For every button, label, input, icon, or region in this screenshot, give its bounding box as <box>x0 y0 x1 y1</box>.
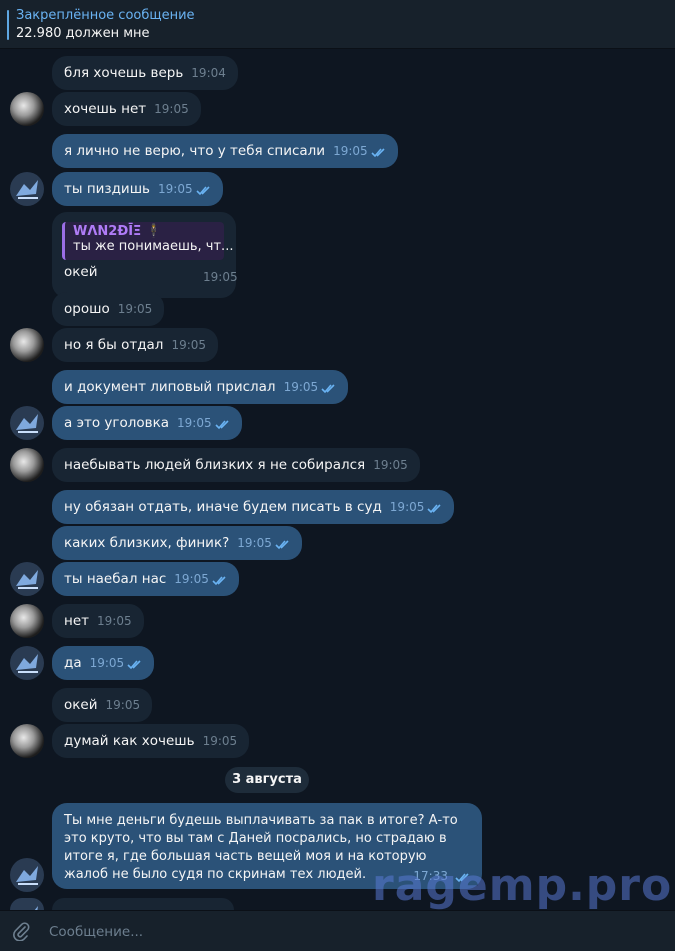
pinned-accent-bar <box>7 10 9 40</box>
watermark: ragemp.pro <box>372 860 673 911</box>
message-outgoing[interactable]: ты наебал нас 19:05 <box>52 562 239 596</box>
pinned-text: 22.980 должен мне <box>16 26 150 41</box>
message-incoming[interactable]: думай как хочешь 19:05 <box>52 724 250 758</box>
avatar <box>10 898 44 910</box>
double-check-icon <box>212 576 226 585</box>
message-input[interactable] <box>47 920 651 944</box>
message-time: 19:05 <box>203 270 238 284</box>
message-time: 19:05 <box>158 182 193 196</box>
message-time: 19:05 <box>373 458 408 472</box>
message-incoming-reply[interactable]: WΛN2ÐĪΞ 🕴 ты же понимаешь, чт... окей 19… <box>52 212 238 298</box>
message-time: 19:05 <box>202 734 238 748</box>
message-outgoing[interactable]: да 19:05 <box>52 646 155 680</box>
message-outgoing[interactable]: ты пиздишь 19:05 <box>52 172 223 206</box>
avatar[interactable] <box>10 646 44 680</box>
message-time: 19:05 <box>171 338 207 352</box>
message-text: но я бы отдал <box>64 337 164 353</box>
message-time: 19:05 <box>333 144 368 158</box>
message-text: каких близких, финик? <box>64 535 230 551</box>
message-text: ты пиздишь <box>64 181 151 197</box>
message-outgoing[interactable]: а это уголовка 19:05 <box>52 406 242 440</box>
message-text: нет <box>64 613 89 629</box>
pinned-message-bar[interactable]: Закреплённое сообщение 22.980 должен мне <box>0 0 675 49</box>
message-text: наебывать людей близких я не собирался <box>64 457 366 473</box>
message-partial <box>52 898 234 910</box>
message-text: я лично не верю, что у тебя списали <box>64 143 326 159</box>
reply-text: ты же понимаешь, чт... <box>73 239 234 254</box>
reply-author: WΛN2ÐĪΞ 🕴 <box>73 224 162 239</box>
message-incoming[interactable]: наебывать людей близких я не собирался 19… <box>52 448 420 482</box>
message-time: 19:05 <box>89 656 125 670</box>
double-check-icon <box>427 504 442 513</box>
paperclip-icon[interactable] <box>11 921 31 941</box>
message-time: 19:05 <box>237 536 272 550</box>
message-time: 19:05 <box>389 500 425 514</box>
message-text: и документ липовый прислал <box>64 379 276 395</box>
avatar[interactable] <box>10 172 44 206</box>
message-text: бля хочешь верь <box>64 65 184 81</box>
message-time: 19:05 <box>177 416 212 430</box>
avatar[interactable] <box>10 724 44 758</box>
double-check-icon <box>275 540 289 549</box>
double-check-icon <box>370 148 385 157</box>
message-incoming[interactable]: нет 19:05 <box>52 604 144 638</box>
message-outgoing[interactable]: я лично не верю, что у тебя списали 19:05 <box>52 134 398 168</box>
message-time: 19:05 <box>105 698 141 712</box>
double-check-icon <box>195 186 210 195</box>
avatar-partial <box>10 898 44 910</box>
message-text: а это уголовка <box>64 415 170 431</box>
message-time: 19:05 <box>174 572 209 586</box>
message-composer <box>0 910 675 951</box>
message-time: 19:05 <box>97 614 132 628</box>
avatar[interactable] <box>10 858 44 892</box>
double-check-icon <box>127 660 142 669</box>
avatar[interactable] <box>10 328 44 362</box>
message-text: да <box>64 655 82 671</box>
message-text: ты наебал нас <box>64 571 167 587</box>
message-text: орошо <box>64 301 110 317</box>
message-time: 19:05 <box>154 102 189 116</box>
message-incoming[interactable]: но я бы отдал 19:05 <box>52 328 219 362</box>
message-text: хочешь нет <box>64 101 147 117</box>
message-time: 19:05 <box>283 380 319 394</box>
date-separator: 3 августа <box>225 767 309 793</box>
message-text: ну обязан отдать, иначе будем писать в с… <box>64 499 382 515</box>
message-text: окей <box>64 264 98 280</box>
message-incoming[interactable]: бля хочешь верь 19:04 <box>52 56 238 90</box>
avatar[interactable] <box>10 92 44 126</box>
message-outgoing[interactable]: ну обязан отдать, иначе будем писать в с… <box>52 490 455 524</box>
message-incoming[interactable]: окей 19:05 <box>52 688 153 722</box>
message-time: 19:05 <box>117 302 153 316</box>
message-incoming[interactable]: хочешь нет 19:05 <box>52 92 201 126</box>
avatar[interactable] <box>10 406 44 440</box>
message-incoming[interactable]: орошо 19:05 <box>52 292 165 326</box>
double-check-icon <box>214 420 229 429</box>
message-time: 19:04 <box>191 66 226 80</box>
avatar[interactable] <box>10 448 44 482</box>
message-text: думай как хочешь <box>64 733 195 749</box>
reply-quote[interactable]: WΛN2ÐĪΞ 🕴 ты же понимаешь, чт... <box>62 222 234 260</box>
double-check-icon <box>321 384 335 393</box>
avatar[interactable] <box>10 562 44 596</box>
pinned-title: Закреплённое сообщение <box>16 8 195 23</box>
avatar[interactable] <box>10 604 44 638</box>
message-outgoing[interactable]: каких близких, финик? 19:05 <box>52 526 302 560</box>
message-text: окей <box>64 697 98 713</box>
message-outgoing[interactable]: и документ липовый прислал 19:05 <box>52 370 349 404</box>
